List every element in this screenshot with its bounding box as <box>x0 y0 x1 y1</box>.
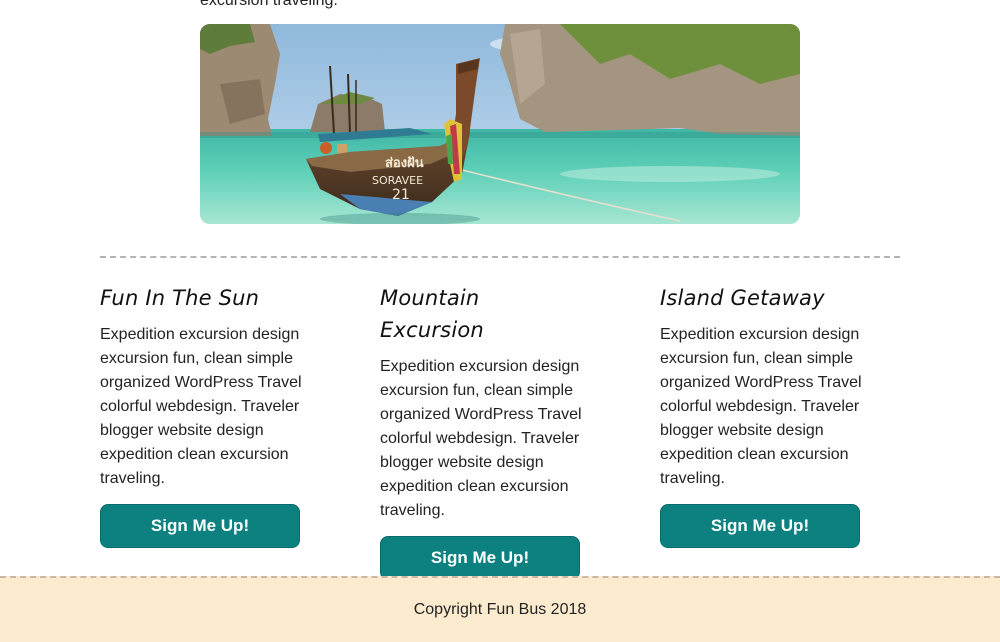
boat-label-name: SORAVEE <box>372 174 423 187</box>
intro-text-tail: excursion traveling. <box>200 0 338 9</box>
footer-copyright: Copyright Fun Bus 2018 <box>413 601 587 618</box>
feature-body: Expedition excursion design excursion fu… <box>660 326 862 487</box>
page: excursion traveling. ส่องฝัน SORAVEE 21 … <box>0 0 1000 642</box>
sign-me-up-button[interactable]: Sign Me Up! <box>380 536 580 580</box>
sign-me-up-button[interactable]: Sign Me Up! <box>100 504 300 548</box>
sign-me-up-button[interactable]: Sign Me Up! <box>660 504 860 548</box>
feature-title: Island Getaway <box>660 286 825 310</box>
footer: Copyright Fun Bus 2018 <box>0 576 1000 642</box>
section-divider <box>100 256 900 258</box>
feature-column-island-getaway: Island Getaway Expedition excursion desi… <box>660 282 870 548</box>
feature-title: Mountain Excursion <box>380 286 484 342</box>
boat-label-number: 21 <box>392 187 410 203</box>
feature-body: Expedition excursion design excursion fu… <box>380 358 582 519</box>
feature-body: Expedition excursion design excursion fu… <box>100 326 302 487</box>
hero-image: ส่องฝัน SORAVEE 21 <box>200 24 800 224</box>
feature-column-fun-in-the-sun: Fun In The Sun Expedition excursion desi… <box>100 282 310 548</box>
feature-column-mountain-excursion: Mountain Excursion Expedition excursion … <box>380 282 590 580</box>
feature-title: Fun In The Sun <box>100 286 260 310</box>
longtail-boat-illustration: ส่องฝัน SORAVEE 21 <box>200 24 800 224</box>
boat-label-thai: ส่องฝัน <box>385 156 424 171</box>
